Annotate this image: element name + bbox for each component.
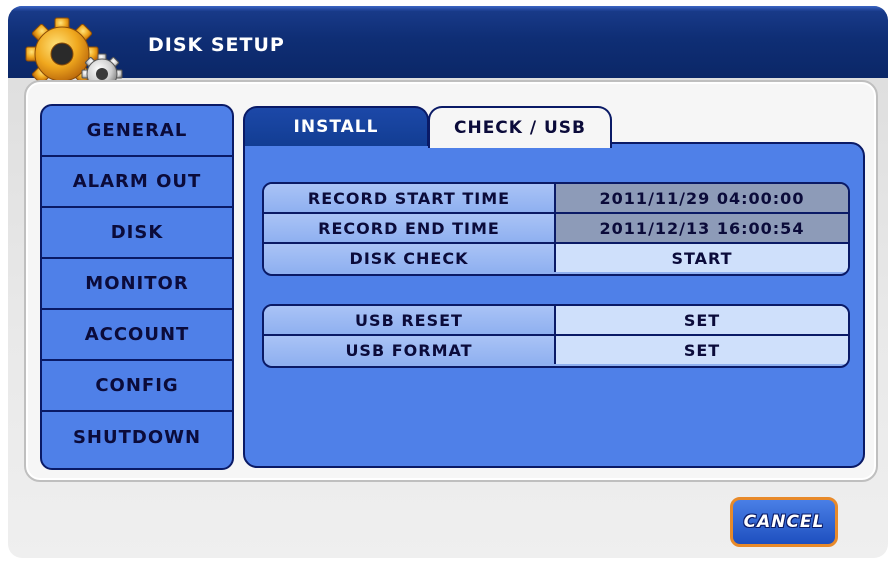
sidebar-item-general[interactable]: GENERAL [42,106,232,157]
record-start-time-label: RECORD START TIME [264,184,556,212]
record-start-time-value: 2011/11/29 04:00:00 [556,184,848,212]
usb-format-set-button[interactable]: SET [556,336,848,364]
cancel-button[interactable]: CANCEL [730,497,838,547]
sidebar-item-disk[interactable]: DISK [42,208,232,259]
table-row: RECORD END TIME 2011/12/13 16:00:54 [264,214,848,244]
usb-table: USB RESET SET USB FORMAT SET [262,304,850,368]
record-end-time-value: 2011/12/13 16:00:54 [556,214,848,242]
title-bar: DISK SETUP [8,6,888,78]
record-end-time-label: RECORD END TIME [264,214,556,242]
usb-reset-set-button[interactable]: SET [556,306,848,334]
sidebar-item-account[interactable]: ACCOUNT [42,310,232,361]
tab-install[interactable]: INSTALL [243,106,429,146]
disk-check-label: DISK CHECK [264,244,556,272]
table-row: USB RESET SET [264,306,848,336]
sidebar-item-config[interactable]: CONFIG [42,361,232,412]
sidebar-item-alarm-out[interactable]: ALARM OUT [42,157,232,208]
table-row: USB FORMAT SET [264,336,848,364]
tab-check-usb[interactable]: CHECK / USB [428,106,612,148]
usb-reset-label: USB RESET [264,306,556,334]
disk-check-start-button[interactable]: START [556,244,848,272]
sidebar-item-shutdown[interactable]: SHUTDOWN [42,412,232,463]
table-row: DISK CHECK START [264,244,848,272]
usb-format-label: USB FORMAT [264,336,556,364]
window-title: DISK SETUP [148,34,285,56]
sidebar-menu: GENERAL ALARM OUT DISK MONITOR ACCOUNT C… [40,104,234,470]
table-row: RECORD START TIME 2011/11/29 04:00:00 [264,184,848,214]
sidebar-item-monitor[interactable]: MONITOR [42,259,232,310]
disk-info-table: RECORD START TIME 2011/11/29 04:00:00 RE… [262,182,850,276]
